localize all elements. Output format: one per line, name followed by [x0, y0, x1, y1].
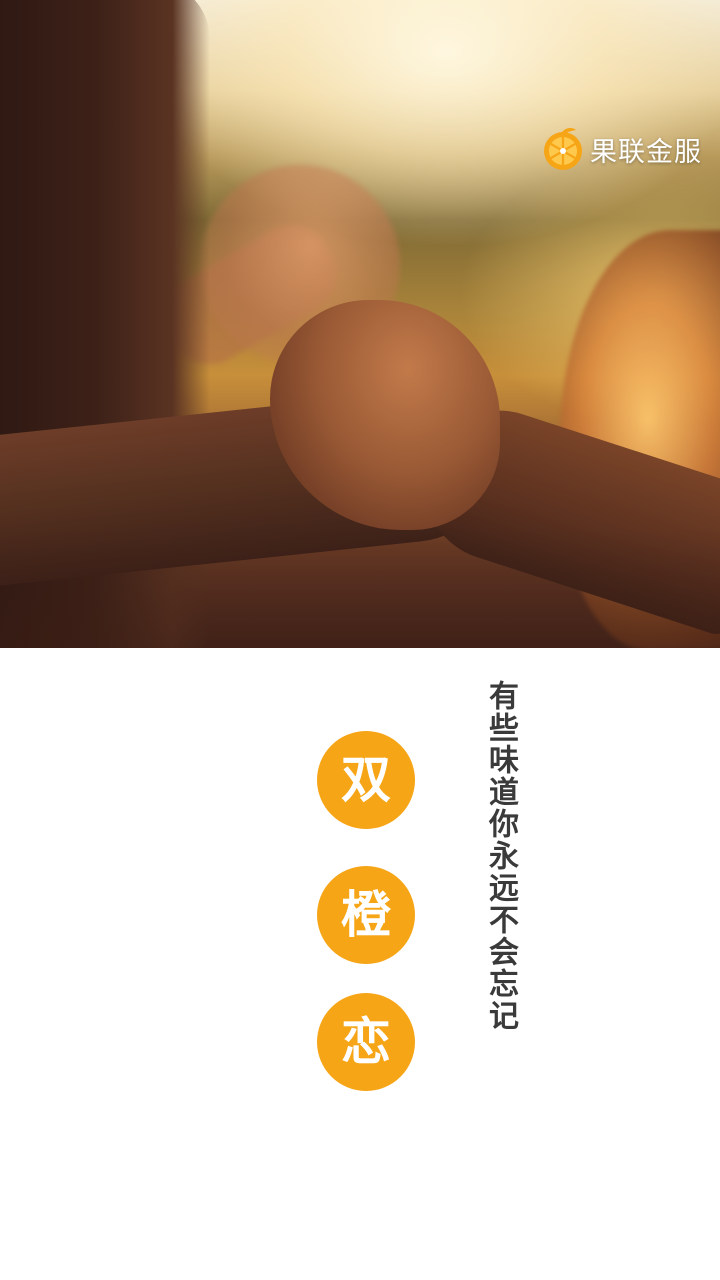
title-char: 双 [341, 751, 391, 809]
tagline: 有些味道你永远不会忘记 [483, 680, 518, 1032]
title-char-circle: 恋 [317, 993, 415, 1091]
title-char-circle: 双 [317, 731, 415, 829]
title-char: 橙 [341, 886, 391, 944]
brand-name: 果联金服 [590, 136, 702, 168]
title-char-circle: 橙 [317, 866, 415, 964]
orange-slice-logo-icon [544, 127, 582, 170]
hero-photo-shade [0, 528, 720, 648]
splash-page: 果联金服 双 橙 恋 有些味道你永远不会忘记 [0, 0, 720, 1280]
brand-logo: 果联金服 [540, 126, 702, 172]
title-char: 恋 [341, 1013, 391, 1071]
hero-photo: 果联金服 [0, 0, 720, 648]
